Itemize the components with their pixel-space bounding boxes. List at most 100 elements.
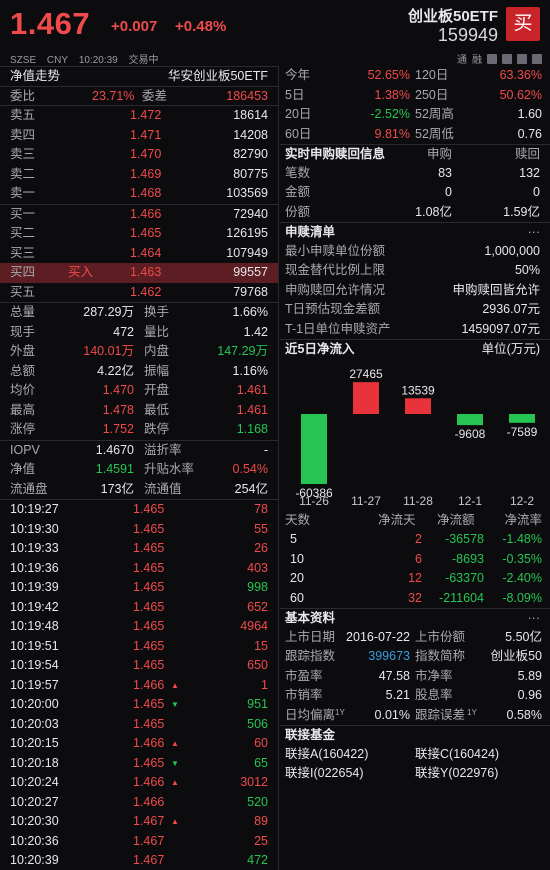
stat-row-label: 总量 bbox=[10, 305, 36, 319]
iopv-row-value: 254亿 bbox=[234, 481, 268, 496]
perf-row: 5日 1.38% 250日 50.62% bbox=[280, 86, 550, 106]
basic-value: 0.96 bbox=[517, 688, 542, 702]
basic-header[interactable]: 基本资料 ··· bbox=[280, 608, 550, 628]
basic-value: 0.01% bbox=[374, 707, 410, 722]
linked-fund-link[interactable]: 联接A(160422) bbox=[285, 745, 368, 765]
basic-label: 指数简称 bbox=[415, 649, 466, 663]
list-value: 1,000,000 bbox=[484, 243, 540, 258]
tick-row: 10:20:24 1.466 ▲ 3012 bbox=[0, 773, 278, 793]
ask-level[interactable]: 卖一 1.468 103569 bbox=[0, 184, 278, 204]
ask-level[interactable]: 卖四 1.471 14208 bbox=[0, 126, 278, 146]
flow-days: 20 bbox=[290, 571, 304, 585]
stat-row-value: 1.470 bbox=[102, 383, 134, 397]
basic-label: 市销率 bbox=[285, 688, 323, 702]
flow-table-header: 天数 净流天 净流额 净流率 bbox=[280, 511, 550, 531]
ask-level[interactable]: 卖二 1.469 80775 bbox=[0, 165, 278, 185]
tick-row: 10:19:36 1.465 403 bbox=[0, 559, 278, 579]
list-more-icon[interactable]: ··· bbox=[528, 223, 541, 243]
toolbar: 通 融 bbox=[457, 51, 542, 66]
nav-trend-row[interactable]: 净值走势 华安创业板50ETF bbox=[0, 66, 278, 86]
grid-icon[interactable] bbox=[517, 53, 527, 64]
tick-volume: 55 bbox=[254, 521, 268, 536]
basic-value: 2016-07-22 bbox=[346, 629, 410, 644]
tick-time: 10:20:18 bbox=[10, 755, 59, 770]
tick-list[interactable]: 10:19:27 1.465 78 10:19:30 1.465 55 10:19:33 1.… bbox=[0, 499, 278, 870]
flow-table-row: 20 12 -63370 -2.40% bbox=[280, 569, 550, 589]
basic-label-sup: 1Y bbox=[335, 707, 345, 717]
linked-fund-link[interactable]: 联接C(160424) bbox=[415, 745, 499, 765]
stat-row-label: 最高 bbox=[10, 402, 36, 417]
tick-time: 10:19:39 bbox=[10, 580, 59, 594]
tick-price: 1.465 bbox=[133, 521, 165, 536]
bid-level[interactable]: 买一 1.466 72940 bbox=[0, 205, 278, 225]
buy-button[interactable]: 买 bbox=[506, 7, 540, 41]
market-meta: SZSE CNY 10:20:39 交易中 bbox=[10, 51, 167, 66]
flow-category-label: 11-28 bbox=[403, 494, 433, 508]
stat-row: 总量 287.29万 换手 1.66% bbox=[0, 303, 278, 323]
weibi-row: 委比 23.71% 委差 186453 bbox=[0, 85, 278, 106]
bid-level[interactable]: 买三 1.464 107949 bbox=[0, 244, 278, 264]
flow-count: 6 bbox=[415, 551, 422, 566]
tick-row: 10:20:27 1.466 520 bbox=[0, 793, 278, 813]
list-label: 申购赎回允许情况 bbox=[285, 282, 386, 297]
weicha-value: 186453 bbox=[226, 88, 268, 103]
basic-row: 跟踪指数 399673 指数简称 创业板50 bbox=[280, 647, 550, 667]
list-header[interactable]: 申赎清单 ··· bbox=[280, 222, 550, 242]
tick-time: 10:19:42 bbox=[10, 599, 59, 614]
iopv-row-label: 流通盘 bbox=[10, 481, 48, 496]
menu-icon[interactable] bbox=[532, 53, 542, 64]
perf-value: 50.62% bbox=[499, 87, 542, 102]
tick-price: 1.467 bbox=[133, 833, 165, 848]
trade-stats: 总量 287.29万 换手 1.66% 现手 472 量比 1.42 外盘 140.01万 内盘 14… bbox=[0, 302, 278, 440]
tick-time: 10:19:54 bbox=[10, 658, 59, 672]
currency-label: CNY bbox=[46, 55, 69, 66]
last-price: 1.467 bbox=[10, 6, 91, 41]
flow-category-label: 12-1 bbox=[458, 494, 482, 508]
edit-icon[interactable] bbox=[487, 53, 497, 64]
bid-level[interactable]: 买二 1.465 126195 bbox=[0, 224, 278, 244]
linked-fund-link[interactable]: 联接I(022654) bbox=[285, 764, 364, 784]
perf-label: 52周高 bbox=[415, 107, 454, 121]
flow-bar bbox=[301, 413, 327, 484]
ask-label: 卖四 bbox=[10, 127, 36, 142]
basic-row: 市盈率 47.58 市净率 5.89 bbox=[280, 667, 550, 687]
stat-row-label: 总额 bbox=[10, 363, 36, 378]
tick-price: 1.465 bbox=[133, 716, 165, 731]
bid-level[interactable]: 买五 1.462 79768 bbox=[0, 283, 278, 303]
flow-category-label: 12-2 bbox=[510, 494, 534, 508]
flow-col-rate: 净流率 bbox=[504, 512, 542, 527]
stat-row: 最高 1.478 最低 1.461 bbox=[0, 401, 278, 421]
flow-table-row: 5 2 -36578 -1.48% bbox=[280, 530, 550, 550]
stat-row: 现手 472 量比 1.42 bbox=[0, 323, 278, 343]
tool-rong[interactable]: 融 bbox=[472, 51, 482, 66]
iopv-row-label: 升贴水率 bbox=[144, 462, 195, 476]
tick-volume: 4964 bbox=[240, 619, 268, 633]
stat-row-value: 1.752 bbox=[102, 422, 134, 436]
fund-name: 创业板50ETF bbox=[407, 8, 498, 25]
list-label: 最小申赎单位份额 bbox=[285, 243, 386, 258]
ask-level[interactable]: 卖三 1.470 82790 bbox=[0, 145, 278, 165]
flow-amount: -63370 bbox=[445, 571, 484, 585]
tick-row: 10:20:36 1.467 25 bbox=[0, 832, 278, 852]
list-table: 最小申赎单位份额 1,000,000 现金替代比例上限 50% 申购赎回允许情况 申购赎回… bbox=[280, 242, 550, 340]
settings-icon[interactable] bbox=[502, 53, 512, 64]
tick-row: 10:20:30 1.467 ▲ 89 bbox=[0, 812, 278, 832]
tick-price: 1.466 bbox=[133, 736, 165, 750]
list-label: T日预估现金差额 bbox=[285, 302, 381, 316]
tick-time: 10:19:36 bbox=[10, 560, 59, 575]
tick-price: 1.465 bbox=[133, 580, 165, 594]
linked-fund-link[interactable]: 联接Y(022976) bbox=[415, 764, 498, 784]
tick-time: 10:19:57 bbox=[10, 677, 59, 692]
basic-value: 创业板50 bbox=[490, 649, 542, 663]
bid-level[interactable]: 买四 买入 1.463 99557 bbox=[0, 263, 278, 283]
realtime-table: 笔数 83 132 金额 0 0 份额 1.08亿 1.59亿 bbox=[280, 164, 550, 223]
tool-tong[interactable]: 通 bbox=[457, 51, 467, 66]
basic-more-icon[interactable]: ··· bbox=[528, 609, 541, 629]
ask-level[interactable]: 卖五 1.472 18614 bbox=[0, 106, 278, 126]
tick-volume: 3012 bbox=[240, 775, 268, 789]
stat-row-value: 1.461 bbox=[236, 402, 268, 417]
basic-table: 上市日期 2016-07-22 上市份额 5.50亿 跟踪指数 399673 指数简称 创业板… bbox=[280, 628, 550, 726]
sell-orders: 卖五 1.472 18614 卖四 1.471 14208 卖三 1.470 82790 卖二 1.… bbox=[0, 105, 278, 204]
ask-label: 卖三 bbox=[10, 147, 36, 161]
flow-col-amount: 净流额 bbox=[437, 512, 475, 527]
